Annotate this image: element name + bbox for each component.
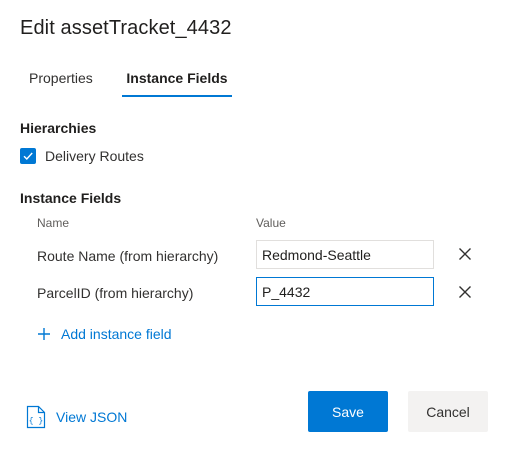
instance-fields-heading: Instance Fields — [20, 190, 122, 206]
svg-text:{ }: { } — [29, 417, 43, 426]
edit-dialog: Edit assetTracket_4432 Properties Instan… — [0, 0, 512, 456]
route-name-label: Route Name (from hierarchy) — [37, 248, 219, 264]
add-icon — [37, 327, 51, 341]
route-name-value-input[interactable] — [256, 240, 434, 269]
remove-route-name-button[interactable] — [455, 244, 475, 264]
remove-parcel-id-button[interactable] — [455, 282, 475, 302]
column-header-value: Value — [256, 216, 286, 230]
json-file-icon: { } — [26, 405, 46, 429]
hierarchies-heading: Hierarchies — [20, 120, 97, 136]
add-instance-field-button[interactable]: Add instance field — [37, 326, 172, 342]
delivery-routes-checkbox[interactable] — [20, 148, 36, 164]
view-json-label: View JSON — [56, 409, 128, 425]
column-header-name: Name — [37, 216, 70, 230]
checkmark-icon — [23, 152, 33, 161]
tab-properties[interactable]: Properties — [29, 60, 93, 97]
delivery-routes-label: Delivery Routes — [45, 148, 144, 164]
tab-instance-fields[interactable]: Instance Fields — [122, 60, 232, 97]
close-icon — [459, 248, 471, 260]
save-button[interactable]: Save — [308, 391, 388, 432]
delivery-routes-checkbox-row[interactable]: Delivery Routes — [20, 148, 144, 164]
add-instance-field-label: Add instance field — [61, 326, 172, 342]
parcel-id-label: ParcelID (from hierarchy) — [37, 285, 194, 301]
close-icon — [459, 286, 471, 298]
dialog-title: Edit assetTracket_4432 — [20, 17, 232, 39]
parcel-id-value-input[interactable] — [256, 277, 434, 306]
view-json-link[interactable]: { } View JSON — [26, 405, 127, 429]
tab-bar: Properties Instance Fields — [20, 60, 232, 97]
cancel-button[interactable]: Cancel — [408, 391, 488, 432]
